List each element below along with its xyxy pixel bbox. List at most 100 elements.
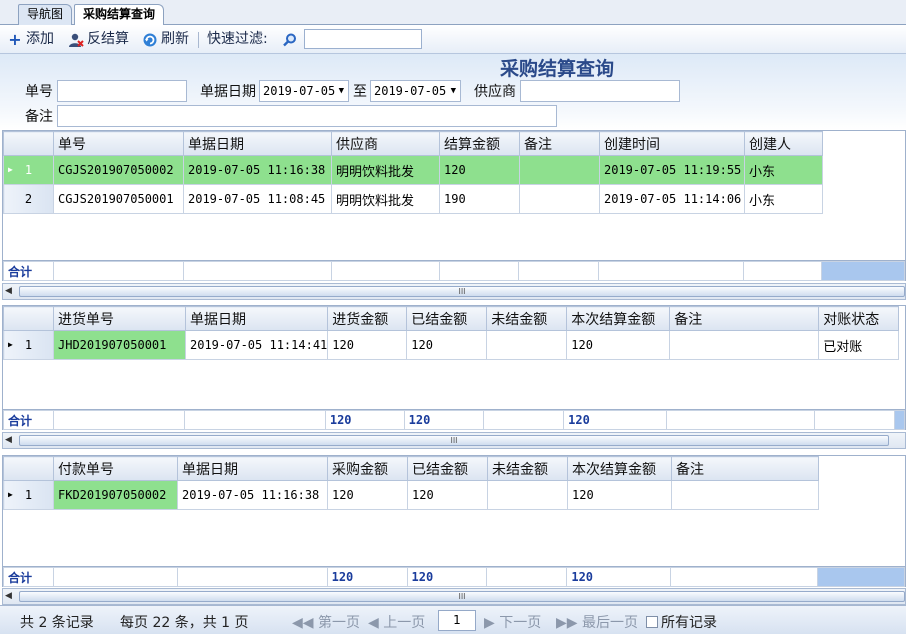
- column-header[interactable]: 单据日期: [177, 456, 328, 481]
- cell-supplier[interactable]: 明明饮料批发: [331, 155, 440, 185]
- quick-filter-input[interactable]: [304, 29, 422, 49]
- column-header[interactable]: 备注: [519, 131, 600, 156]
- column-header[interactable]: 本次结算金额: [567, 456, 672, 481]
- purchase-order-table: 进货单号 单据日期 进货金额 已结金额 未结金额 本次结算金额 备注 对账状态 …: [3, 306, 900, 360]
- settlement-table: 单号 单据日期 供应商 结算金额 备注 创建时间 创建人 ▶ 1 CGJS2019…: [3, 131, 823, 214]
- add-button-label: 添加: [26, 31, 54, 47]
- reverse-settle-button[interactable]: 反结算: [68, 30, 129, 49]
- column-header[interactable]: 已结金额: [407, 456, 488, 481]
- column-header[interactable]: 备注: [671, 456, 819, 481]
- cell-no[interactable]: CGJS201907050001: [53, 184, 184, 214]
- remark-field[interactable]: [57, 105, 557, 127]
- prev-page-button[interactable]: ◀ 上一页: [368, 612, 425, 632]
- column-header[interactable]: 供应商: [331, 131, 440, 156]
- column-header[interactable]: 单据日期: [183, 131, 332, 156]
- cell-remark[interactable]: [671, 480, 819, 510]
- scroll-left-icon[interactable]: ◀: [5, 591, 12, 601]
- date-to-picker[interactable]: 2019-07-05 ▼: [370, 80, 461, 102]
- next-page-icon: ▶: [484, 615, 495, 631]
- cell-amount[interactable]: 120: [327, 330, 408, 360]
- row-header[interactable]: 2: [3, 184, 54, 214]
- cell-settled[interactable]: 120: [407, 480, 488, 510]
- cell-remark[interactable]: [519, 184, 600, 214]
- row-header[interactable]: ▶ 1: [3, 155, 54, 185]
- cell-no[interactable]: JHD201907050001: [53, 330, 186, 360]
- cell-supplier[interactable]: 明明饮料批发: [331, 184, 440, 214]
- scroll-thumb[interactable]: III: [19, 591, 905, 602]
- cell-no[interactable]: FKD201907050002: [53, 480, 178, 510]
- cell-amount[interactable]: 120: [327, 480, 408, 510]
- cell-status[interactable]: 已对账: [818, 330, 900, 360]
- cell-unsettled[interactable]: [486, 330, 568, 360]
- column-header[interactable]: 付款单号: [53, 456, 178, 481]
- table-row[interactable]: ▶ 1 CGJS201907050002 2019-07-05 11:16:38 …: [3, 155, 823, 185]
- quick-filter-label: 快速过滤:: [207, 31, 268, 47]
- column-header[interactable]: 未结金额: [487, 456, 568, 481]
- no-field[interactable]: [57, 80, 187, 102]
- column-header[interactable]: 进货金额: [327, 306, 408, 331]
- page-number-input[interactable]: 1: [438, 610, 476, 631]
- row-header[interactable]: ▶ 1: [3, 480, 54, 510]
- last-page-button[interactable]: ▶▶ 最后一页: [556, 612, 638, 632]
- summary-current: 120: [566, 567, 672, 587]
- cell-remark[interactable]: [519, 155, 600, 185]
- cell-remark[interactable]: [669, 330, 820, 360]
- column-header[interactable]: 对账状态: [818, 306, 900, 331]
- cell-created[interactable]: 2019-07-05 11:19:55: [599, 155, 745, 185]
- remark-label: 备注: [25, 109, 53, 125]
- cell-current[interactable]: 120: [566, 330, 671, 360]
- row-header[interactable]: ▶ 1: [3, 330, 54, 360]
- column-header[interactable]: 单据日期: [184, 306, 329, 331]
- scroll-thumb[interactable]: III: [19, 286, 905, 297]
- cell-date[interactable]: 2019-07-05 11:16:38: [177, 480, 328, 510]
- refresh-button[interactable]: 刷新: [142, 30, 189, 49]
- table-row[interactable]: ▶ 1 JHD201907050001 2019-07-05 11:14:41 1…: [3, 330, 900, 360]
- table-header: 进货单号 单据日期 进货金额 已结金额 未结金额 本次结算金额 备注 对账状态: [3, 306, 900, 331]
- cell-unsettled[interactable]: [487, 480, 568, 510]
- cell-no[interactable]: CGJS201907050002: [53, 155, 184, 185]
- chevron-down-icon: ▼: [450, 86, 456, 96]
- table-row[interactable]: 2 CGJS201907050001 2019-07-05 11:08:45 明…: [3, 184, 823, 214]
- tab-navigation[interactable]: 导航图: [18, 4, 73, 25]
- column-header[interactable]: 单号: [53, 131, 184, 156]
- table-header: 单号 单据日期 供应商 结算金额 备注 创建时间 创建人: [3, 131, 823, 156]
- column-header[interactable]: 备注: [669, 306, 820, 331]
- column-header[interactable]: 创建人: [744, 131, 823, 156]
- cell-creator[interactable]: 小东: [744, 155, 823, 185]
- toolbar: + 添加 反结算 刷新 快速过滤:: [0, 25, 906, 54]
- table-row[interactable]: ▶ 1 FKD201907050002 2019-07-05 11:16:38 1…: [3, 480, 819, 510]
- cell-settled[interactable]: 120: [406, 330, 488, 360]
- column-header[interactable]: 未结金额: [486, 306, 568, 331]
- cell-current[interactable]: 120: [567, 480, 672, 510]
- first-page-button[interactable]: ◀◀ 第一页: [292, 612, 360, 632]
- scroll-left-icon[interactable]: ◀: [5, 286, 12, 296]
- horizontal-scrollbar[interactable]: ◀ III: [2, 283, 906, 300]
- tab-purchase-settlement-query[interactable]: 采购结算查询: [74, 4, 165, 26]
- scroll-thumb[interactable]: III: [19, 435, 889, 446]
- scroll-left-icon[interactable]: ◀: [5, 435, 12, 445]
- column-header[interactable]: 创建时间: [599, 131, 745, 156]
- supplier-field[interactable]: [520, 80, 680, 102]
- horizontal-scrollbar[interactable]: ◀ III: [2, 432, 906, 449]
- column-header[interactable]: 采购金额: [327, 456, 408, 481]
- cell-created[interactable]: 2019-07-05 11:14:06: [599, 184, 745, 214]
- next-page-button[interactable]: ▶ 下一页: [484, 612, 541, 632]
- column-header[interactable]: 进货单号: [53, 306, 186, 331]
- cell-creator[interactable]: 小东: [744, 184, 823, 214]
- column-header[interactable]: 本次结算金额: [566, 306, 671, 331]
- column-header[interactable]: 结算金额: [439, 131, 520, 156]
- cell-date[interactable]: 2019-07-05 11:16:38: [183, 155, 332, 185]
- search-button[interactable]: [282, 30, 298, 49]
- cell-amount[interactable]: 120: [439, 155, 520, 185]
- summary-label: 合计: [3, 567, 54, 587]
- cell-date[interactable]: 2019-07-05 11:08:45: [183, 184, 332, 214]
- date-from-picker[interactable]: 2019-07-05 ▼: [259, 80, 349, 102]
- cell-amount[interactable]: 190: [439, 184, 520, 214]
- column-header[interactable]: 已结金额: [406, 306, 488, 331]
- add-button[interactable]: + 添加: [7, 30, 54, 49]
- horizontal-scrollbar[interactable]: ◀ III: [2, 588, 906, 605]
- all-records-checkbox[interactable]: 所有记录: [646, 612, 717, 632]
- cell-date[interactable]: 2019-07-05 11:14:41: [184, 330, 329, 360]
- row-pointer-icon: ▶: [8, 490, 13, 499]
- payment-summary-row: 合计 120 120 120: [2, 566, 906, 587]
